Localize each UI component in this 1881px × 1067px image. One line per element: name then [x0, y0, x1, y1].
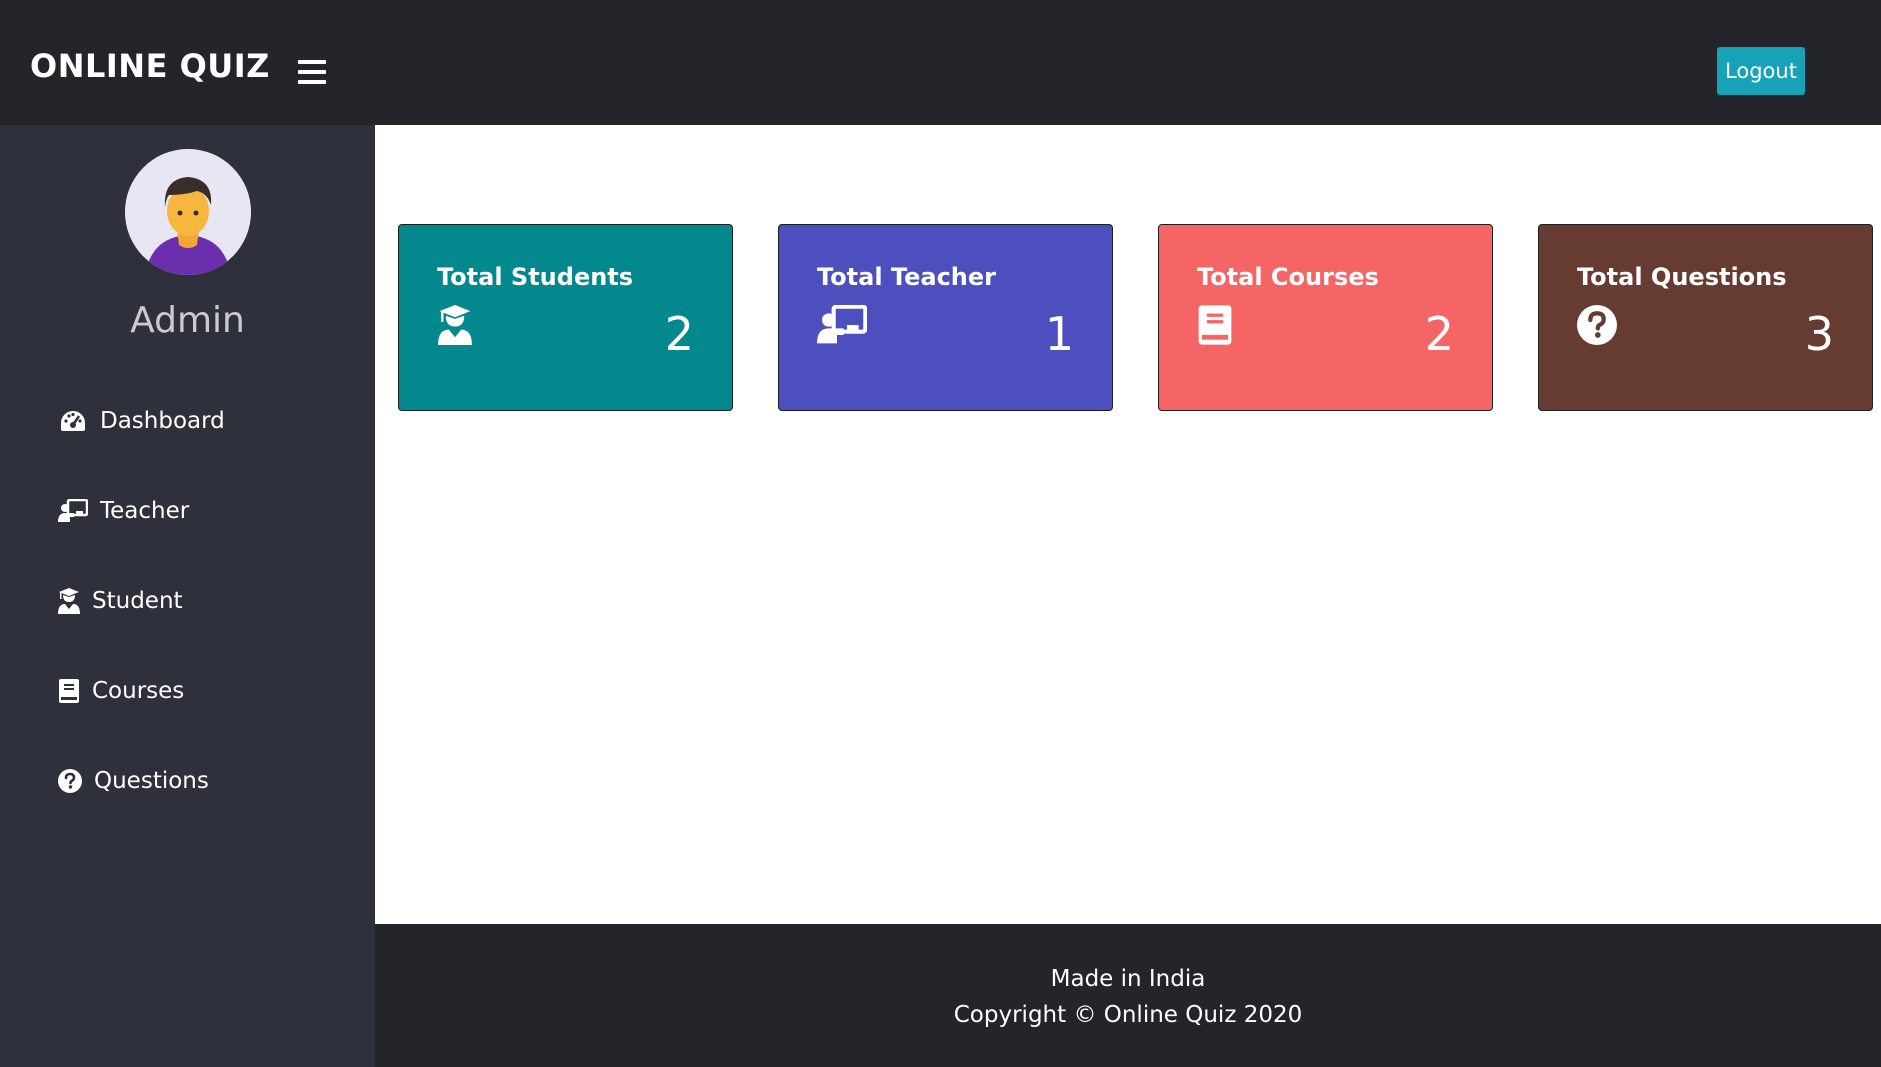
user-graduate-icon: [437, 305, 479, 347]
card-title: Total Teacher: [817, 263, 997, 291]
footer-copyright: Copyright © Online Quiz 2020: [953, 1002, 1303, 1028]
card-title: Total Questions: [1577, 263, 1787, 291]
sidebar-item-label: Dashboard: [100, 408, 225, 434]
card-value: 2: [1424, 307, 1454, 361]
book-icon: [58, 677, 80, 705]
card-title: Total Students: [437, 263, 634, 291]
chalkboard-teacher-icon: [58, 497, 88, 525]
footer-made-in: Made in India: [1050, 966, 1206, 992]
top-navbar: ONLINE QUIZ Logout: [0, 0, 1881, 125]
footer: Made in India Copyright © Online Quiz 20…: [375, 924, 1881, 1067]
sidebar-item-questions[interactable]: Questions: [58, 761, 209, 801]
stat-card-students[interactable]: Total Students 2: [398, 224, 733, 411]
username: Admin: [130, 300, 245, 341]
card-value: 2: [664, 307, 694, 361]
stat-card-teacher[interactable]: Total Teacher 1: [778, 224, 1113, 411]
card-value: 3: [1804, 307, 1834, 361]
avatar: [125, 149, 251, 275]
sidebar-item-label: Teacher: [100, 498, 190, 524]
user-graduate-icon: [58, 587, 80, 615]
stat-card-questions[interactable]: Total Questions 3: [1538, 224, 1873, 411]
stat-card-courses[interactable]: Total Courses 2: [1158, 224, 1493, 411]
book-icon: [1197, 305, 1239, 347]
logout-button[interactable]: Logout: [1717, 47, 1805, 95]
sidebar-item-label: Student: [92, 588, 183, 614]
sidebar-item-label: Questions: [94, 768, 209, 794]
sidebar-item-label: Courses: [92, 678, 185, 704]
sidebar-item-dashboard[interactable]: Dashboard: [58, 401, 225, 441]
sidebar: Admin Dashboard Teacher Student Courses …: [0, 125, 375, 1067]
sidebar-item-student[interactable]: Student: [58, 581, 183, 621]
tachometer-icon: [58, 407, 88, 435]
hamburger-menu-icon[interactable]: [298, 60, 326, 84]
question-circle-icon: [1577, 305, 1619, 347]
question-circle-icon: [58, 767, 82, 795]
sidebar-item-courses[interactable]: Courses: [58, 671, 184, 711]
sidebar-item-teacher[interactable]: Teacher: [58, 491, 189, 531]
brand-title[interactable]: ONLINE QUIZ: [30, 50, 270, 82]
chalkboard-teacher-icon: [817, 304, 868, 347]
card-value: 1: [1044, 307, 1074, 361]
card-title: Total Courses: [1197, 263, 1379, 291]
